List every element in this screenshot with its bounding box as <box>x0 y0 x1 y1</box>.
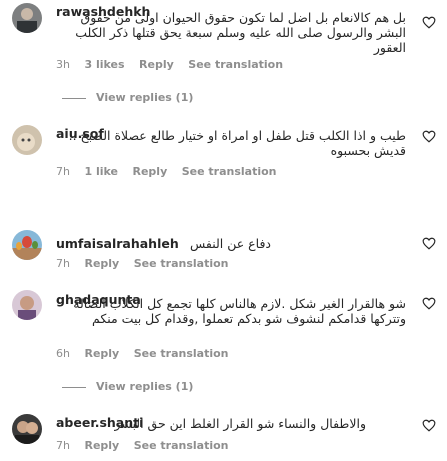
avatar[interactable] <box>12 3 42 33</box>
divider-line <box>62 386 86 388</box>
like-count[interactable]: 1 like <box>84 165 118 178</box>
comment-meta: 7h Reply See translation <box>56 257 240 270</box>
comment-text: بل هم كالانعام بل اضل لما تكون حقوق الحي… <box>75 10 406 55</box>
heart-icon[interactable] <box>422 297 436 310</box>
view-replies-label: View replies (1) <box>96 91 194 104</box>
comment-meta: 3h 3 likes Reply See translation <box>56 58 294 71</box>
heart-icon[interactable] <box>422 237 436 250</box>
view-replies-button[interactable]: View replies (1) <box>62 380 193 393</box>
comment-time: 7h <box>56 439 70 452</box>
comment-time: 6h <box>56 347 70 360</box>
comment-text: شو هالقرار الغير شكل .لازم هالناس كلها ت… <box>73 296 406 326</box>
avatar[interactable] <box>12 230 42 260</box>
see-translation-button[interactable]: See translation <box>188 58 283 71</box>
avatar[interactable] <box>12 414 42 444</box>
comment-time: 7h <box>56 165 70 178</box>
reply-button[interactable]: Reply <box>139 58 174 71</box>
comment-meta: 7h Reply See translation <box>56 439 240 452</box>
reply-button[interactable]: Reply <box>133 165 168 178</box>
reply-button[interactable]: Reply <box>84 439 119 452</box>
comment-time: 3h <box>56 58 70 71</box>
reply-button[interactable]: Reply <box>84 257 119 270</box>
avatar[interactable] <box>12 290 42 320</box>
heart-icon[interactable] <box>422 16 436 29</box>
view-replies-label: View replies (1) <box>96 380 194 393</box>
see-translation-button[interactable]: See translation <box>134 347 229 360</box>
heart-icon[interactable] <box>422 130 436 143</box>
see-translation-button[interactable]: See translation <box>182 165 277 178</box>
comment-text: دفاع عن النفس <box>189 236 271 251</box>
see-translation-button[interactable]: See translation <box>134 439 229 452</box>
divider-line <box>62 97 86 99</box>
comment-meta: 6h Reply See translation <box>56 347 240 360</box>
comment-time: 7h <box>56 257 70 270</box>
reply-button[interactable]: Reply <box>84 347 119 360</box>
avatar[interactable] <box>12 125 42 155</box>
heart-icon[interactable] <box>422 419 436 432</box>
comment-meta: 7h 1 like Reply See translation <box>56 165 288 178</box>
comment-text: والاطفال والنساء شو القرار الغلط اين حق … <box>114 416 366 431</box>
see-translation-button[interactable]: See translation <box>134 257 229 270</box>
view-replies-button[interactable]: View replies (1) <box>62 91 193 104</box>
like-count[interactable]: 3 likes <box>84 58 124 71</box>
comment-text: طيب و اذا الكلب قتل طفل او امراة او ختيا… <box>68 128 406 158</box>
